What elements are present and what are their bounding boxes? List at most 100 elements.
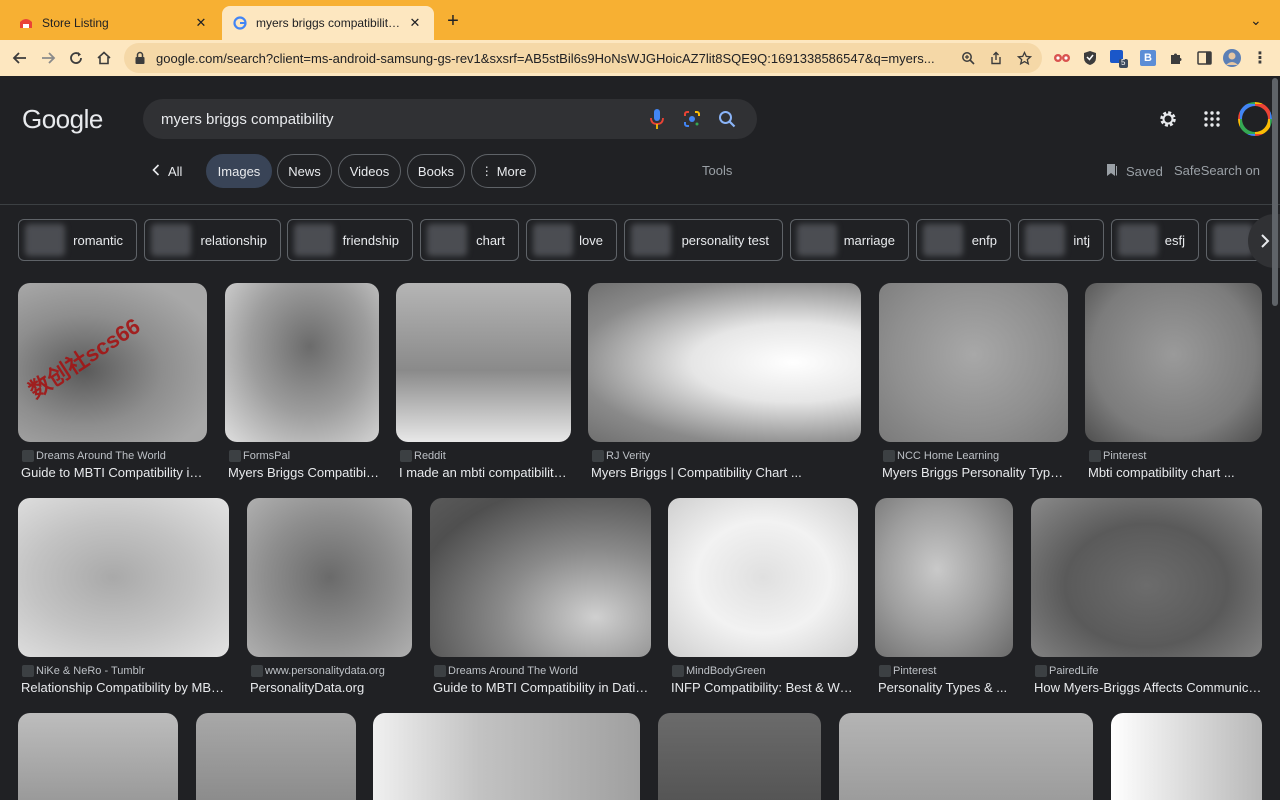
share-icon[interactable]	[988, 50, 1004, 66]
result-thumbnail[interactable]: 数创社scs66	[18, 283, 207, 442]
extension-b-icon[interactable]: B	[1138, 48, 1158, 68]
result-card[interactable]: MindBodyGreen INFP Compatibility: Best &…	[668, 498, 858, 695]
result-title[interactable]: Guide to MBTI Compatibility in Dating ..…	[18, 465, 207, 480]
result-card[interactable]: Pinterest Personality Types & ...	[875, 498, 1013, 695]
result-card[interactable]: www.personalitydata.org PersonalityData.…	[247, 498, 412, 695]
reload-icon[interactable]	[64, 46, 88, 70]
extension-eyes-icon[interactable]	[1052, 48, 1072, 68]
shield-icon[interactable]	[1080, 48, 1100, 68]
result-title[interactable]: Myers Briggs Compatibility ...	[225, 465, 379, 480]
back-arrow-icon[interactable]	[8, 46, 32, 70]
result-thumbnail[interactable]	[247, 498, 412, 657]
search-icon[interactable]	[715, 107, 739, 131]
new-tab-icon[interactable]: +	[442, 10, 464, 32]
result-card[interactable]	[196, 713, 356, 800]
result-thumbnail[interactable]	[18, 713, 178, 800]
result-thumbnail[interactable]	[875, 498, 1013, 657]
side-panel-icon[interactable]	[1194, 48, 1214, 68]
search-box[interactable]: myers briggs compatibility	[143, 99, 757, 139]
result-source[interactable]: Dreams Around The World	[430, 665, 651, 677]
result-card[interactable]: PairedLife How Myers-Briggs Affects Comm…	[1031, 498, 1262, 695]
chip-esfj[interactable]: esfj	[1111, 219, 1199, 261]
result-card[interactable]	[1111, 713, 1262, 800]
chip-friendship[interactable]: friendship	[287, 219, 413, 261]
result-title[interactable]: Relationship Compatibility by MBTI ...	[18, 680, 229, 695]
result-source[interactable]: Reddit	[396, 450, 571, 462]
account-avatar[interactable]	[1238, 102, 1272, 136]
result-thumbnail[interactable]	[588, 283, 861, 442]
result-source[interactable]: FormsPal	[225, 450, 379, 462]
result-source[interactable]: NiKe & NeRo - Tumblr	[18, 665, 229, 677]
lens-camera-icon[interactable]	[680, 107, 704, 131]
chip-chart[interactable]: chart	[420, 219, 519, 261]
result-thumbnail[interactable]	[1111, 713, 1262, 800]
result-card[interactable]: Dreams Around The World Guide to MBTI Co…	[430, 498, 651, 695]
saved-button[interactable]: Saved	[1106, 163, 1163, 180]
result-card[interactable]	[839, 713, 1093, 800]
result-thumbnail[interactable]	[879, 283, 1068, 442]
tab-images[interactable]: Images	[206, 154, 272, 188]
chip-relationship[interactable]: relationship	[144, 219, 281, 261]
result-title[interactable]: INFP Compatibility: Best & Worst ...	[668, 680, 858, 695]
result-card[interactable]	[373, 713, 640, 800]
safesearch-button[interactable]: SafeSearch on	[1174, 163, 1260, 178]
result-source[interactable]: NCC Home Learning	[879, 450, 1068, 462]
result-thumbnail[interactable]	[839, 713, 1093, 800]
microphone-icon[interactable]	[645, 107, 669, 131]
result-card[interactable]	[18, 713, 178, 800]
result-thumbnail[interactable]	[373, 713, 640, 800]
result-title[interactable]: Myers Briggs Personality Types ...	[879, 465, 1068, 480]
result-title[interactable]: I made an mbti compatibility chart ...	[396, 465, 571, 480]
search-input[interactable]: myers briggs compatibility	[161, 111, 634, 128]
chip-marriage[interactable]: marriage	[790, 219, 909, 261]
result-title[interactable]: Mbti compatibility chart ...	[1085, 465, 1262, 480]
tab-google-search[interactable]: myers briggs compatibility - Google Sear…	[222, 6, 434, 40]
close-tab-icon[interactable]: ✕	[406, 14, 424, 32]
result-source[interactable]: Dreams Around The World	[18, 450, 207, 462]
page-scrollbar-thumb[interactable]	[1272, 78, 1278, 306]
profile-avatar-icon[interactable]	[1222, 48, 1242, 68]
result-title[interactable]: How Myers-Briggs Affects Communication .…	[1031, 680, 1262, 695]
result-card[interactable]: NCC Home Learning Myers Briggs Personali…	[879, 283, 1068, 480]
result-source[interactable]: www.personalitydata.org	[247, 665, 412, 677]
tab-books[interactable]: Books	[407, 154, 465, 188]
result-title[interactable]: Myers Briggs | Compatibility Chart ...	[588, 465, 861, 480]
apps-grid-icon[interactable]	[1200, 107, 1224, 131]
bookmark-star-icon[interactable]	[1016, 50, 1032, 66]
all-results-link[interactable]: All	[152, 154, 182, 188]
result-source[interactable]: MindBodyGreen	[668, 665, 858, 677]
result-source[interactable]: Pinterest	[1085, 450, 1262, 462]
url-text[interactable]: google.com/search?client=ms-android-sams…	[156, 51, 950, 66]
result-thumbnail[interactable]	[668, 498, 858, 657]
tools-button[interactable]: Tools	[702, 163, 732, 178]
result-source[interactable]: PairedLife	[1031, 665, 1262, 677]
tab-store-listing[interactable]: Store Listing ✕	[8, 6, 220, 40]
google-logo[interactable]: Google	[22, 104, 103, 135]
result-source[interactable]: RJ Verity	[588, 450, 861, 462]
home-icon[interactable]	[92, 46, 116, 70]
lock-icon[interactable]	[134, 51, 148, 65]
result-thumbnail[interactable]	[18, 498, 229, 657]
chip-romantic[interactable]: romantic	[18, 219, 137, 261]
result-source[interactable]: Pinterest	[875, 665, 1013, 677]
result-thumbnail[interactable]	[225, 283, 379, 442]
result-card[interactable]: Pinterest Mbti compatibility chart ...	[1085, 283, 1262, 480]
chip-intj[interactable]: intj	[1018, 219, 1104, 261]
tab-more[interactable]: ⋮ More	[471, 154, 536, 188]
result-thumbnail[interactable]	[658, 713, 821, 800]
result-thumbnail[interactable]	[196, 713, 356, 800]
result-thumbnail[interactable]	[396, 283, 571, 442]
puzzle-extensions-icon[interactable]	[1166, 48, 1186, 68]
address-bar[interactable]: google.com/search?client=ms-android-sams…	[124, 43, 1042, 73]
result-card[interactable]: 数创社scs66 Dreams Around The World Guide t…	[18, 283, 207, 480]
tab-news[interactable]: News	[277, 154, 332, 188]
result-card[interactable]: RJ Verity Myers Briggs | Compatibility C…	[588, 283, 861, 480]
chip-personality-test[interactable]: personality test	[624, 219, 783, 261]
extension-badge-icon[interactable]: 5	[1108, 48, 1128, 68]
result-card[interactable]	[658, 713, 821, 800]
chip-enfp[interactable]: enfp	[916, 219, 1011, 261]
forward-arrow-icon[interactable]	[36, 46, 60, 70]
result-title[interactable]: PersonalityData.org	[247, 680, 412, 695]
result-card[interactable]: Reddit I made an mbti compatibility char…	[396, 283, 571, 480]
chevron-down-icon[interactable]: ⌄	[1250, 12, 1262, 29]
